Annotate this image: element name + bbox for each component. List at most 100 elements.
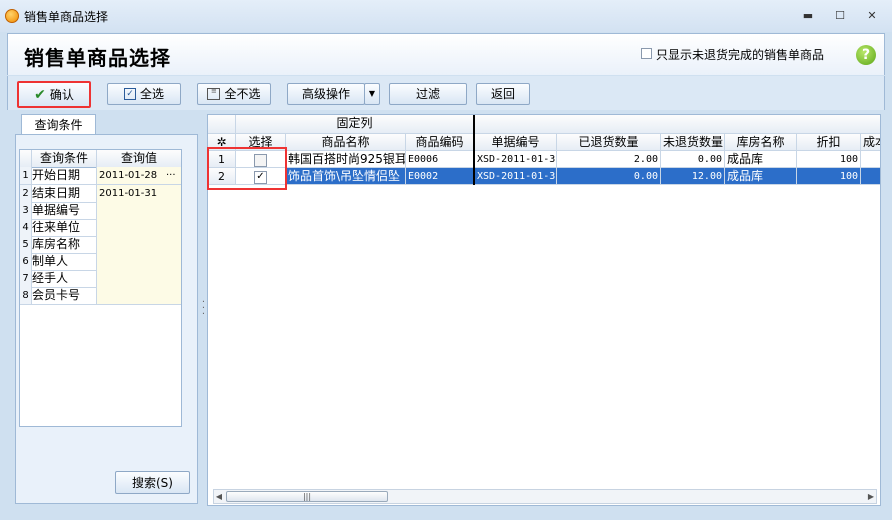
select-none-button[interactable]: ≡ 全不选 <box>197 83 271 105</box>
row-number: 3 <box>20 202 32 219</box>
scroll-left-icon[interactable]: ◀ <box>213 489 225 504</box>
query-name: 往来单位 <box>32 219 97 236</box>
query-row[interactable]: 3 单据编号 <box>20 202 181 220</box>
column-discount[interactable]: 折扣 <box>797 134 861 151</box>
discount-cell[interactable]: 100 <box>797 168 861 185</box>
cost-cell[interactable] <box>861 151 880 168</box>
name-cell[interactable]: 韩国百搭时尚925银耳环 <box>286 151 406 168</box>
maximize-button[interactable]: ☐ <box>829 9 851 23</box>
back-label: 返回 <box>490 87 515 101</box>
advanced-label: 高级操作 <box>301 87 350 101</box>
code-cell[interactable]: E0006 <box>406 151 474 168</box>
returned-cell[interactable]: 0.00 <box>557 168 661 185</box>
query-header-num <box>20 150 32 168</box>
query-header-value: 查询值 <box>97 150 181 168</box>
close-button[interactable]: ✕ <box>861 9 883 23</box>
query-row[interactable]: 8 会员卡号 <box>20 287 181 305</box>
query-name: 制单人 <box>32 253 97 270</box>
select-all-button[interactable]: ✓ 全选 <box>107 83 181 105</box>
advanced-button[interactable]: 高级操作 <box>287 83 365 105</box>
row-number: 5 <box>20 236 32 253</box>
row-number: 8 <box>20 287 32 304</box>
column-cost[interactable]: 成本 <box>861 134 880 151</box>
checkbox-icon: ✓ <box>123 88 136 100</box>
ellipsis-button[interactable]: ··· <box>166 167 176 184</box>
query-value-input[interactable]: 2011-01-31 <box>97 185 181 202</box>
title-bar <box>0 0 892 32</box>
confirm-label: 确认 <box>49 87 74 102</box>
frozen-columns-header: 固定列 <box>236 115 474 134</box>
query-value-input[interactable] <box>97 270 181 287</box>
store-cell[interactable]: 成品库 <box>725 151 797 168</box>
query-table: 查询条件 查询值 1 开始日期 2011-01-28 ··· 2 结束日期 20… <box>19 149 182 427</box>
query-name: 结束日期 <box>32 185 97 202</box>
unreturned-cell[interactable]: 12.00 <box>661 168 725 185</box>
column-unreturned[interactable]: 未退货数量 <box>661 134 725 151</box>
query-name: 单据编号 <box>32 202 97 219</box>
row-number: 6 <box>20 253 32 270</box>
column-doc[interactable]: 单据编号 <box>475 134 557 151</box>
frozen-divider <box>473 115 475 185</box>
query-header-name: 查询条件 <box>32 150 97 168</box>
query-row[interactable]: 4 往来单位 <box>20 219 181 237</box>
show-unreturned-label: 只显示未退货完成的销售单商品 <box>656 48 825 62</box>
column-name[interactable]: 商品名称 <box>286 134 406 151</box>
query-row[interactable]: 5 库房名称 <box>20 236 181 254</box>
store-cell[interactable]: 成品库 <box>725 168 797 185</box>
query-value-input[interactable] <box>97 219 181 236</box>
product-grid: 固定列 ✲ 选择 商品名称 商品编码 单据编号 已退货数量 未退货数量 库房名称… <box>207 114 881 506</box>
returned-cell[interactable]: 2.00 <box>557 151 661 168</box>
query-name: 会员卡号 <box>32 287 97 304</box>
show-unreturned-checkbox[interactable] <box>641 48 652 59</box>
scroll-columns-header <box>475 115 880 134</box>
query-name: 库房名称 <box>32 236 97 253</box>
search-label: 搜索(S) <box>132 475 173 490</box>
select-all-label: 全选 <box>139 87 164 101</box>
app-icon <box>5 9 19 23</box>
chevron-down-icon: ▼ <box>368 89 376 98</box>
column-returned[interactable]: 已退货数量 <box>557 134 661 151</box>
scroll-right-icon[interactable]: ▶ <box>865 489 877 504</box>
row-number: 2 <box>20 185 32 202</box>
query-row[interactable]: 7 经手人 <box>20 270 181 288</box>
query-row[interactable]: 6 制单人 <box>20 253 181 271</box>
confirm-button[interactable]: ✔ 确认 <box>17 81 91 108</box>
grid-corner <box>208 115 236 134</box>
minimize-button[interactable]: ▬ <box>797 9 819 23</box>
query-name: 开始日期 <box>32 167 97 184</box>
discount-cell[interactable]: 100 <box>797 151 861 168</box>
row-number: 7 <box>20 270 32 287</box>
query-value-input[interactable] <box>97 287 181 304</box>
search-button[interactable]: 搜索(S) <box>115 471 190 494</box>
help-icon[interactable]: ? <box>856 45 876 65</box>
filter-button[interactable]: 过滤 <box>389 83 467 105</box>
window-title: 销售单商品选择 <box>24 10 109 24</box>
query-row[interactable]: 1 开始日期 2011-01-28 ··· <box>20 167 181 185</box>
check-icon: ✔ <box>34 86 46 103</box>
highlight-box <box>207 147 287 190</box>
scroll-thumb[interactable]: ||| <box>226 491 388 502</box>
advanced-dropdown-button[interactable]: ▼ <box>364 83 380 105</box>
splitter-handle[interactable]: · · · <box>201 298 206 320</box>
list-icon: ≡ <box>207 88 221 100</box>
query-value-input[interactable] <box>97 253 181 270</box>
back-button[interactable]: 返回 <box>476 83 530 105</box>
query-value-input[interactable] <box>97 202 181 219</box>
filter-label: 过滤 <box>415 87 440 101</box>
query-name: 经手人 <box>32 270 97 287</box>
query-row[interactable]: 2 结束日期 2011-01-31 <box>20 185 181 203</box>
row-number: 1 <box>20 167 32 184</box>
name-cell[interactable]: 饰品首饰\吊坠情侣坠 <box>286 168 406 185</box>
query-value-input[interactable] <box>97 236 181 253</box>
page-title: 销售单商品选择 <box>24 46 171 70</box>
tab-query-conditions[interactable]: 查询条件 <box>21 114 96 135</box>
code-cell[interactable]: E0002 <box>406 168 474 185</box>
column-store[interactable]: 库房名称 <box>725 134 797 151</box>
column-code[interactable]: 商品编码 <box>406 134 474 151</box>
doc-cell[interactable]: XSD-2011-01-31 <box>475 168 557 185</box>
doc-cell[interactable]: XSD-2011-01-31 <box>475 151 557 168</box>
row-number: 4 <box>20 219 32 236</box>
select-none-label: 全不选 <box>224 87 261 101</box>
cost-cell[interactable] <box>861 168 880 185</box>
unreturned-cell[interactable]: 0.00 <box>661 151 725 168</box>
